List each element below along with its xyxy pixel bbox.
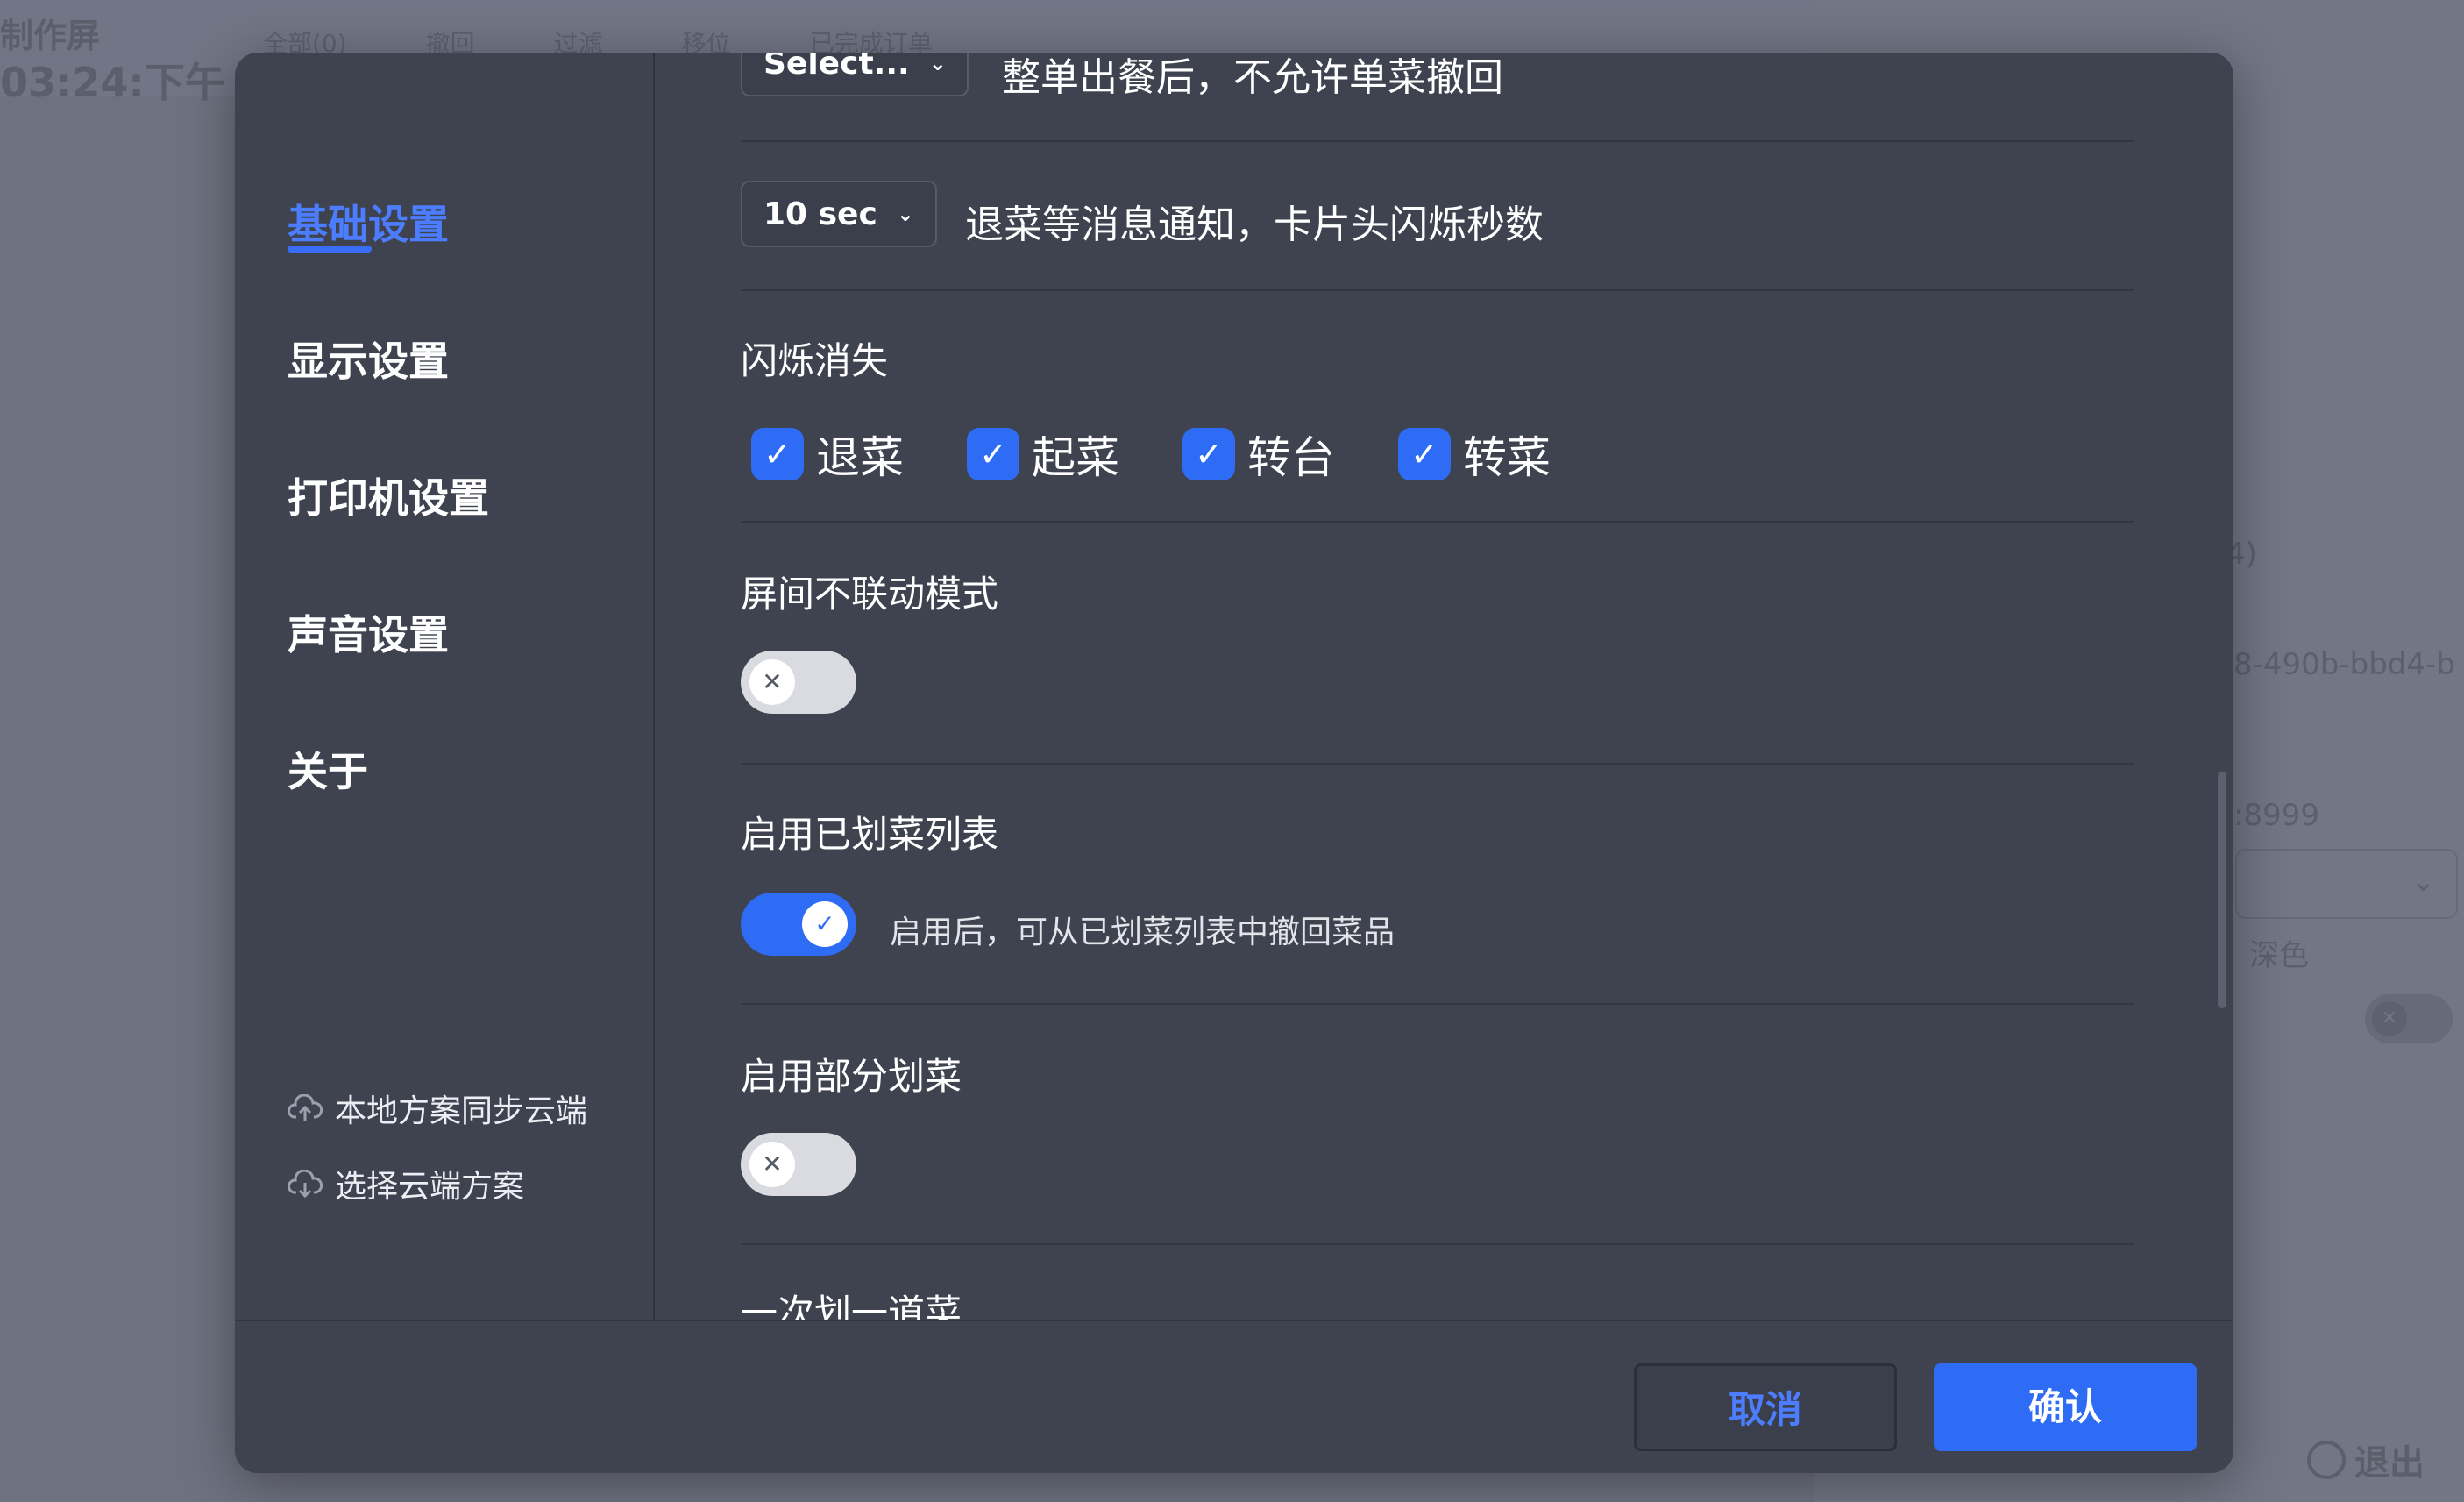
flash-checkbox-label: 转菜 (1463, 432, 1551, 483)
partial-cross-toggle[interactable]: ✕ (741, 1133, 856, 1196)
close-icon: ✕ (749, 1142, 795, 1187)
cloud-upload-icon (288, 1094, 323, 1121)
flash-checkbox-label: 起菜 (1032, 432, 1119, 483)
chevron-down-icon: ⌄ (2411, 865, 2435, 898)
cloud-sync-link[interactable]: 本地方案同步云端 (288, 1086, 587, 1131)
settings-sidebar: 基础设置 显示设置 打印机设置 声音设置 关于 本地方案同步云端 选择云端方案 (235, 53, 655, 1320)
settings-content: Select... ⌄ 整单出餐后，不允许单菜撤回 10 sec ⌄ 退菜等消息… (655, 53, 2233, 1320)
sidebar-item-display[interactable]: 显示设置 (288, 330, 449, 388)
flash-seconds-select[interactable]: 10 sec ⌄ (741, 181, 937, 247)
scrollbar[interactable] (2218, 772, 2226, 1008)
chevron-down-icon: ⌄ (928, 53, 947, 75)
power-icon (2307, 1441, 2346, 1479)
flash-seconds-select-value: 10 sec (763, 196, 877, 232)
divider (741, 521, 2134, 523)
flash-checkbox-label: 退菜 (816, 432, 904, 483)
background-select: ⌄ (2235, 849, 2458, 919)
dish-recall-select[interactable]: Select... ⌄ (741, 53, 969, 96)
check-icon: ✓ (967, 428, 1019, 480)
flash-checkbox-return[interactable]: ✓ 退菜 (751, 423, 904, 486)
crossed-list-toggle[interactable]: ✓ (741, 893, 856, 956)
dish-recall-description: 整单出餐后，不允许单菜撤回 (1002, 55, 1503, 100)
flash-checkbox-start[interactable]: ✓ 起菜 (967, 423, 1119, 486)
divider (741, 289, 2134, 291)
active-tab-indicator (288, 246, 372, 253)
cloud-download-icon (288, 1170, 323, 1198)
background-title: 制作屏 (0, 17, 101, 55)
check-icon: ✓ (751, 428, 804, 480)
independent-mode-title: 屏间不联动模式 (741, 573, 999, 616)
flash-checkbox-dish-transfer[interactable]: ✓ 转菜 (1398, 423, 1551, 486)
sidebar-item-printer[interactable]: 打印机设置 (288, 466, 489, 524)
check-icon: ✓ (802, 901, 848, 947)
cloud-select-label: 选择云端方案 (335, 1169, 525, 1205)
divider (741, 1243, 2134, 1245)
cancel-button[interactable]: 取消 (1634, 1363, 1897, 1451)
cloud-select-link[interactable]: 选择云端方案 (288, 1161, 524, 1207)
modal-footer: 取消 确认 (235, 1320, 2233, 1473)
flash-checkbox-label: 转台 (1247, 432, 1335, 483)
background-exit-label: 退出 (2354, 1443, 2425, 1484)
crossed-list-hint: 启用后，可从已划菜列表中撤回菜品 (890, 915, 1395, 950)
divider (741, 140, 2134, 142)
check-icon: ✓ (1398, 428, 1451, 480)
flash-checkbox-table-transfer[interactable]: ✓ 转台 (1182, 423, 1335, 486)
crossed-list-title: 启用已划菜列表 (741, 813, 999, 856)
dish-recall-select-value: Select... (763, 53, 910, 82)
flash-seconds-description: 退菜等消息通知，卡片头闪烁秒数 (965, 203, 1544, 247)
sidebar-item-sound[interactable]: 声音设置 (288, 603, 449, 661)
check-icon: ✓ (1182, 428, 1235, 480)
background-text: 8-490b-bbd4-b (2233, 647, 2455, 682)
partial-cross-title: 启用部分划菜 (741, 1055, 962, 1098)
sidebar-item-about[interactable]: 关于 (288, 740, 368, 798)
one-dish-title: 一次划一道菜 (741, 1292, 962, 1320)
cloud-sync-label: 本地方案同步云端 (335, 1093, 588, 1129)
background-exit: 退出 (2307, 1434, 2425, 1485)
background-text: 深色 (2249, 938, 2309, 973)
background-text: :8999 (2233, 798, 2319, 833)
sidebar-item-basic[interactable]: 基础设置 (288, 193, 449, 251)
chevron-down-icon: ⌄ (896, 202, 914, 226)
background-time: 03:24:下午 (0, 59, 225, 106)
flash-disappear-title: 闪烁消失 (741, 339, 889, 382)
close-icon: ✕ (749, 659, 795, 705)
independent-mode-toggle[interactable]: ✕ (741, 651, 856, 714)
divider (741, 763, 2134, 765)
settings-modal: 基础设置 显示设置 打印机设置 声音设置 关于 本地方案同步云端 选择云端方案 … (235, 53, 2233, 1473)
confirm-button[interactable]: 确认 (1934, 1363, 2197, 1451)
divider (741, 1003, 2134, 1005)
background-toggle (2365, 994, 2453, 1043)
